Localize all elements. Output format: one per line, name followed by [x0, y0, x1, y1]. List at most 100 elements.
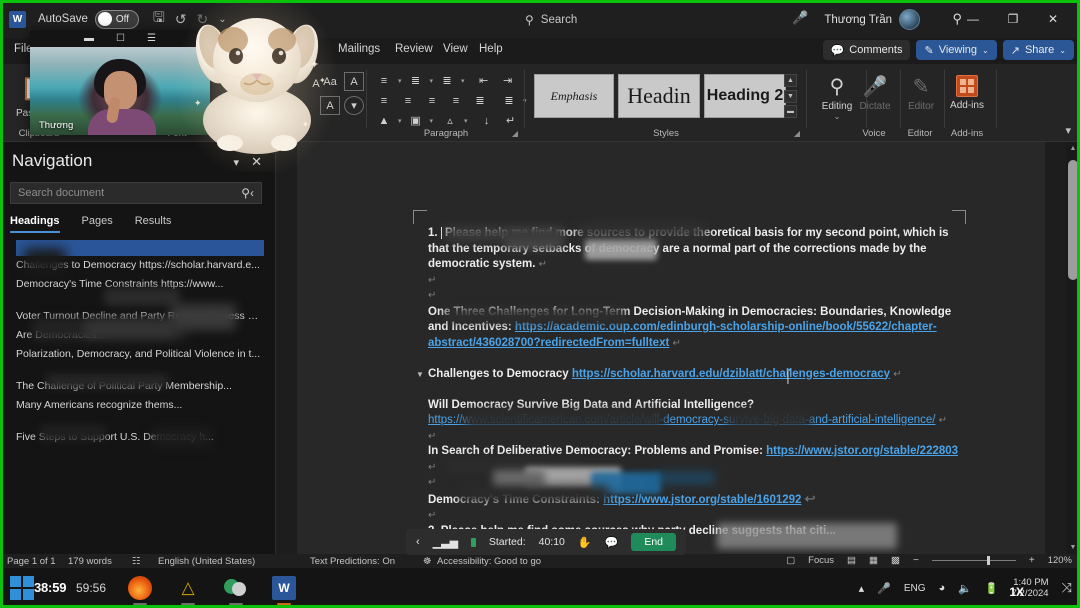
- wifi-icon[interactable]: ◕: [939, 582, 946, 594]
- zoom-slider-knob[interactable]: [986, 556, 990, 565]
- chevron-down-icon[interactable]: ▾: [1065, 124, 1071, 137]
- chevron-up-icon[interactable]: ▴: [859, 582, 865, 595]
- tab-headings[interactable]: Headings: [10, 215, 60, 233]
- share-button[interactable]: ↗ Share ⌄: [1002, 40, 1074, 60]
- tab-pages[interactable]: Pages: [82, 215, 113, 233]
- paragraph-heading-challenges[interactable]: ▼ Challenges to Democracy https://schola…: [416, 367, 963, 383]
- styles-dialog-launcher[interactable]: ◢: [794, 129, 800, 138]
- font-color-icon[interactable]: ▾: [344, 96, 364, 115]
- status-text-predictions[interactable]: Text Predictions: On: [310, 556, 395, 567]
- autosave-control[interactable]: AutoSave Off: [38, 9, 139, 29]
- styles-more-icon[interactable]: ▬: [784, 105, 797, 118]
- dictate-button[interactable]: 🎤 Dictate: [850, 74, 900, 112]
- hyperlink[interactable]: https://www.jstor.org/stable/222803: [766, 445, 958, 457]
- search-input[interactable]: ⚲ Search: [525, 9, 785, 30]
- read-mode-icon[interactable]: ▤: [847, 555, 856, 566]
- web-layout-icon[interactable]: ▩: [891, 555, 900, 566]
- chat-icon[interactable]: 💬: [605, 536, 619, 549]
- paragraph-spacing-icon[interactable]: ≣: [499, 91, 519, 110]
- status-focus[interactable]: Focus: [808, 555, 834, 566]
- viewing-button[interactable]: ✎ Viewing ⌄: [916, 40, 997, 60]
- multilevel-list-icon[interactable]: ≣: [437, 71, 457, 90]
- align-right-icon[interactable]: ≡: [422, 91, 442, 110]
- status-page[interactable]: Page 1 of 1: [7, 556, 56, 567]
- dictate-mic-icon[interactable]: 🎤: [792, 10, 808, 26]
- style-heading-1[interactable]: Headin: [618, 74, 700, 118]
- ribbon-tab-mailings[interactable]: Mailings: [338, 43, 380, 55]
- restore-icon[interactable]: ☐: [116, 33, 125, 44]
- accessibility-icon[interactable]: ☸: [423, 556, 432, 567]
- zoom-out-button[interactable]: −: [913, 555, 919, 566]
- editor-button[interactable]: ✎ Editor: [896, 74, 946, 112]
- group-label-editor: Editor: [907, 128, 933, 139]
- status-accessibility[interactable]: Accessibility: Good to go: [437, 556, 541, 567]
- microphone-icon: 🎤: [862, 76, 888, 98]
- group-label-voice: Voice: [862, 128, 886, 139]
- increase-indent-icon[interactable]: ⇥: [498, 71, 518, 90]
- heading-collapse-triangle[interactable]: ▼: [416, 367, 424, 383]
- autosave-toggle[interactable]: Off: [94, 9, 139, 29]
- decrease-indent-icon[interactable]: ⇤: [474, 71, 494, 90]
- scroll-up-icon[interactable]: ▲: [1066, 142, 1080, 155]
- zoom-in-button[interactable]: +: [1029, 555, 1035, 566]
- status-words[interactable]: 179 words: [68, 556, 112, 567]
- ribbon-tab-view[interactable]: View: [443, 43, 468, 55]
- justify-icon[interactable]: ≡: [446, 91, 466, 110]
- comments-button[interactable]: 💬 Comments: [822, 40, 911, 60]
- menu-icon[interactable]: ☰: [147, 33, 156, 44]
- document-page[interactable]: 1. Please help me find more sources to p…: [297, 142, 1045, 554]
- firefox-taskbar-icon[interactable]: [128, 576, 152, 605]
- style-emphasis[interactable]: Emphasis: [534, 74, 614, 118]
- styles-scroll-up-icon[interactable]: ▲: [784, 74, 797, 87]
- addins-button[interactable]: Add-ins: [942, 75, 992, 111]
- text-effects-icon[interactable]: A: [344, 72, 364, 91]
- maximize-button[interactable]: ❐: [994, 6, 1032, 32]
- search-magnifier-icon[interactable]: ⚲‹: [241, 186, 254, 200]
- line-spacing-icon[interactable]: ≣: [470, 91, 490, 110]
- teams-taskbar-icon[interactable]: [224, 576, 248, 605]
- status-language[interactable]: English (United States): [158, 556, 255, 567]
- windows-start-icon[interactable]: [10, 576, 34, 600]
- microphone-icon[interactable]: 🎤: [877, 582, 891, 595]
- scrollbar-thumb[interactable]: [1068, 160, 1078, 280]
- zoom-level[interactable]: 120%: [1048, 555, 1072, 566]
- paragraph-dialog-launcher[interactable]: ◢: [512, 129, 518, 138]
- tray-language[interactable]: ENG: [904, 583, 926, 594]
- minimize-button[interactable]: —: [954, 6, 992, 32]
- back-chevron-icon[interactable]: ‹: [416, 536, 420, 548]
- collapse-arrows-icon[interactable]: ⤨: [1062, 580, 1072, 596]
- align-center-icon[interactable]: ≡: [398, 91, 418, 110]
- vlc-taskbar-icon[interactable]: △: [176, 576, 200, 605]
- vertical-scrollbar[interactable]: ▲ ▼: [1066, 142, 1080, 554]
- print-layout-icon[interactable]: ▦: [869, 555, 878, 566]
- ribbon-tab-help[interactable]: Help: [479, 43, 503, 55]
- tab-results[interactable]: Results: [135, 215, 172, 233]
- ribbon-tab-review[interactable]: Review: [395, 43, 433, 55]
- proofing-errors-icon[interactable]: ☷: [132, 556, 141, 567]
- hyperlink[interactable]: https://scholar.harvard.edu/dziblatt/cha…: [572, 368, 890, 380]
- recording-square-icon: [471, 537, 476, 547]
- bullet-list-icon[interactable]: ≡: [374, 71, 394, 90]
- list-item[interactable]: Many Americans recognize thems...: [16, 396, 264, 415]
- raise-hand-icon[interactable]: ✋: [578, 536, 592, 549]
- numbered-list-icon[interactable]: ≣: [406, 71, 426, 90]
- align-left-icon[interactable]: ≡: [374, 91, 394, 110]
- document-area[interactable]: 1. Please help me find more sources to p…: [276, 142, 1080, 554]
- word-taskbar-icon[interactable]: W: [272, 576, 296, 605]
- avatar[interactable]: [899, 9, 920, 30]
- battery-icon[interactable]: 🔋: [985, 582, 999, 595]
- close-button[interactable]: ✕: [1034, 6, 1072, 32]
- list-item[interactable]: Polarization, Democracy, and Political V…: [16, 345, 264, 364]
- save-icon[interactable]: 🖫: [153, 7, 165, 31]
- speaker-icon[interactable]: 🔈: [958, 582, 972, 595]
- search-input[interactable]: Search document ⚲‹: [10, 182, 262, 204]
- styles-scroll-down-icon[interactable]: ▼: [784, 89, 797, 103]
- minimize-icon[interactable]: ▬: [84, 33, 94, 44]
- focus-icon[interactable]: ▢: [786, 555, 795, 566]
- style-heading-2[interactable]: Heading 2: [704, 74, 786, 118]
- account-control[interactable]: Thương Trần: [824, 9, 920, 30]
- hyperlink[interactable]: https://www.jstor.org/stable/1601292: [603, 494, 801, 506]
- end-call-button[interactable]: End: [631, 533, 676, 551]
- scroll-down-icon[interactable]: ▼: [1066, 541, 1080, 554]
- zoom-slider[interactable]: [931, 556, 1016, 565]
